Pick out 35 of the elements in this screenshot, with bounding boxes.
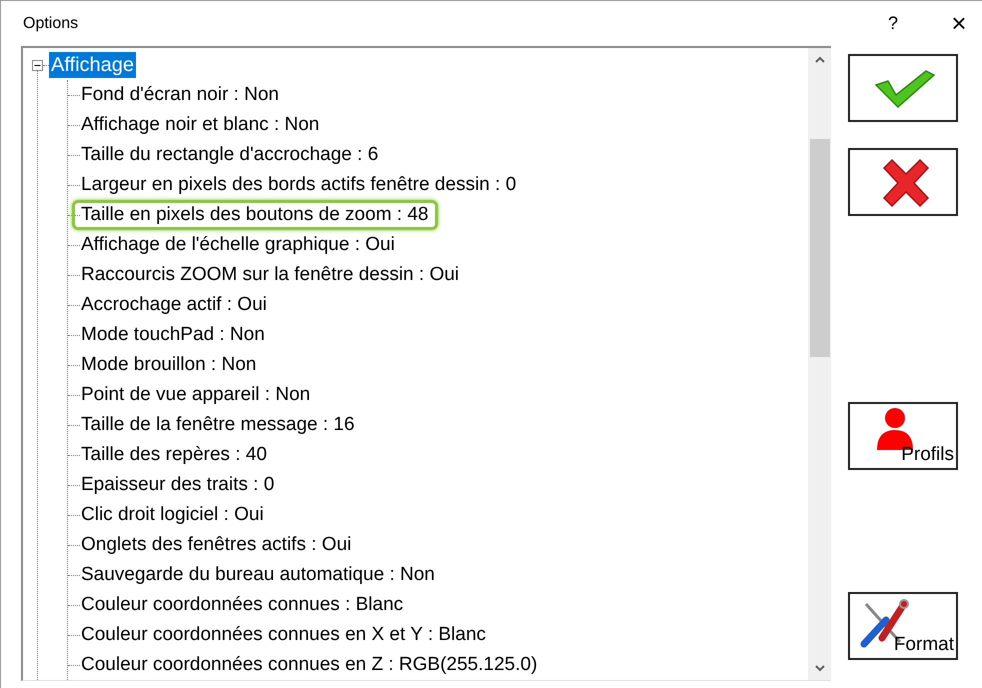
scroll-up-icon[interactable] bbox=[814, 56, 824, 63]
scroll-down-icon[interactable] bbox=[814, 665, 824, 672]
close-icon bbox=[880, 158, 932, 208]
tree-item[interactable]: Affichage de l'échelle graphique : Oui bbox=[80, 233, 396, 257]
tree-item[interactable]: Raccourcis ZOOM sur la fenêtre dessin : Oui bbox=[80, 263, 460, 287]
help-button[interactable]: ? bbox=[873, 4, 913, 44]
tree-item[interactable]: Couleur coordonnées connues en X et Y : Blanc bbox=[80, 623, 487, 647]
scrollbar-thumb[interactable] bbox=[810, 139, 830, 357]
scrollbar[interactable] bbox=[808, 48, 831, 680]
tree-item[interactable]: Accrochage actif : Oui bbox=[80, 293, 268, 317]
tree-item[interactable]: Taille des repères : 40 bbox=[80, 443, 268, 467]
tree-item[interactable]: Couleur coordonnées connues : Blanc bbox=[80, 593, 404, 617]
tree-item[interactable]: Taille du rectangle d'accrochage : 6 bbox=[80, 143, 380, 167]
tree-item[interactable]: Epaisseur des traits : 0 bbox=[80, 473, 276, 497]
cancel-button[interactable] bbox=[848, 148, 958, 216]
collapse-icon[interactable] bbox=[32, 60, 43, 70]
format-button[interactable]: Format bbox=[848, 592, 958, 660]
ok-button[interactable] bbox=[848, 54, 958, 122]
tree-item[interactable]: Affichage noir et blanc : Non bbox=[80, 113, 320, 137]
profiles-button[interactable]: Profils bbox=[848, 402, 958, 470]
tree-item[interactable]: Taille de la fenêtre message : 16 bbox=[80, 413, 356, 437]
tree-item[interactable]: Couleur coordonnées connues en Z : RGB(255.125.0) bbox=[80, 653, 538, 677]
window-title: Options bbox=[23, 14, 78, 34]
tree-item[interactable]: Largeur en pixels des bords actifs fenêtre dessin : 0 bbox=[80, 173, 518, 197]
tree-item[interactable]: Mode brouillon : Non bbox=[80, 353, 258, 377]
tree-item[interactable]: Onglets des fenêtres actifs : Oui bbox=[80, 533, 352, 557]
tree-item[interactable]: Taille en pixels des boutons de zoom : 48 bbox=[72, 200, 438, 230]
tree-item[interactable]: Mode touchPad : Non bbox=[80, 323, 266, 347]
tree-item[interactable]: Fond d'écran noir : Non bbox=[80, 83, 280, 107]
tree-item[interactable]: Sauvegarde du bureau automatique : Non bbox=[80, 563, 436, 587]
checkmark-icon bbox=[874, 69, 936, 109]
close-button[interactable]: × bbox=[939, 4, 979, 44]
tree-item[interactable]: Clic droit logiciel : Oui bbox=[80, 503, 265, 527]
tree-item[interactable]: Affichage bbox=[49, 52, 136, 78]
tree-item[interactable]: Point de vue appareil : Non bbox=[80, 383, 312, 407]
